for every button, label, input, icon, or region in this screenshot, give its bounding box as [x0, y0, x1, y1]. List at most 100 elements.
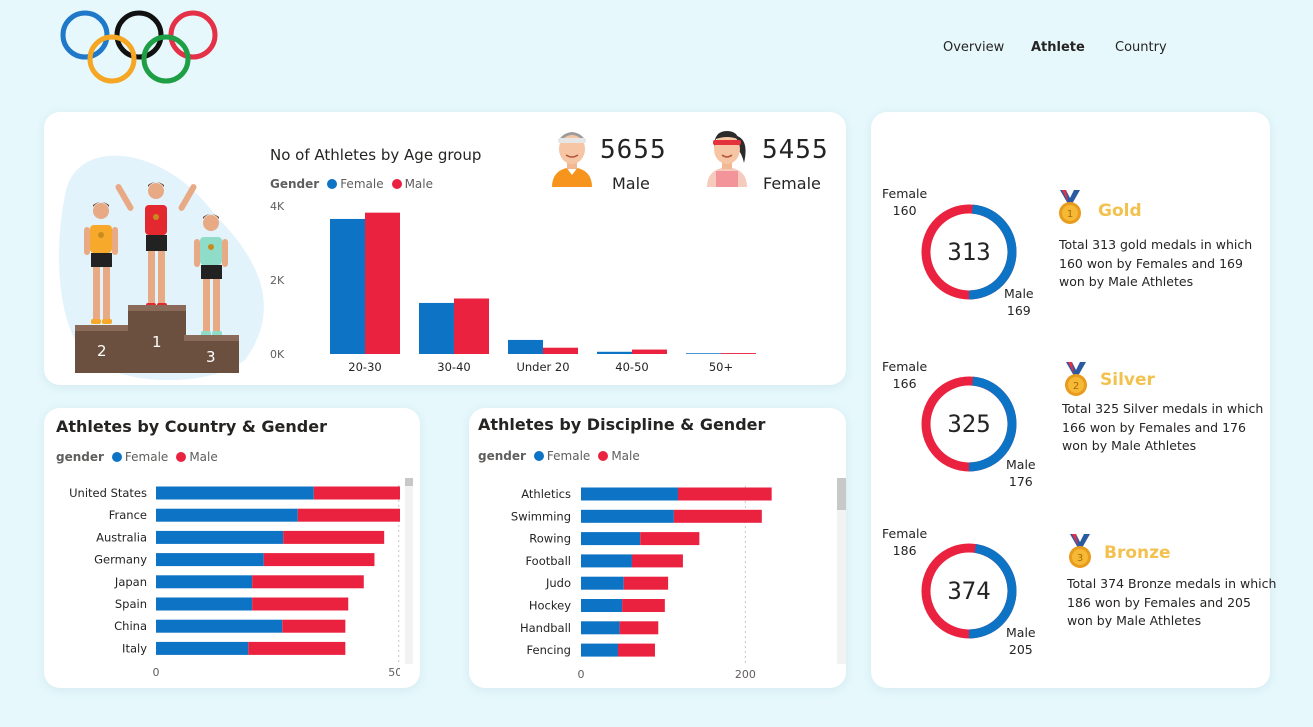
bar-male	[297, 508, 400, 522]
silver-title: Silver	[1100, 370, 1155, 390]
female-dot-icon	[327, 179, 338, 189]
bronze-donut-total: 374	[947, 577, 991, 605]
gold-medal-icon: 1	[1056, 190, 1084, 230]
podium-place-1: 1	[152, 333, 162, 351]
y-category-label: Athletics	[521, 487, 571, 501]
bar-female	[156, 553, 264, 567]
bar-male	[622, 599, 665, 612]
bar-male	[631, 554, 683, 568]
legend-female-label: Female	[124, 450, 169, 464]
discipline-chart-title: Athletes by Discipline & Gender	[478, 415, 766, 434]
bar-female	[156, 619, 283, 633]
bronze-description: Total 374 Bronze medals in which 186 won…	[1067, 576, 1277, 628]
age-group-chart: 0K 2K 4K 20-30 30-40 Under 20 40-50 50+	[270, 200, 756, 374]
legend-female-label: Female	[546, 449, 591, 463]
y-category-label: France	[109, 508, 147, 522]
x-tick-label: 200	[735, 668, 756, 681]
x-tick-label: 30-40	[437, 360, 470, 374]
bronze-title: Bronze	[1104, 543, 1171, 563]
bronze-female-label: Female 186	[882, 526, 928, 558]
bar-male	[543, 347, 578, 354]
age-chart-title: No of Athletes by Age group	[270, 146, 482, 164]
bar-male	[252, 597, 349, 611]
female-dot-icon	[533, 451, 544, 461]
age-chart-legend: Gender Female Male	[270, 177, 437, 191]
y-category-label: China	[114, 619, 147, 633]
discipline-chart-legend: gender Female Male	[478, 449, 644, 463]
legend-female[interactable]: Female	[533, 449, 591, 463]
x-tick-label: 500	[388, 666, 400, 679]
y-category-label: Italy	[122, 641, 147, 655]
y-category-label: Handball	[520, 621, 571, 635]
x-tick-label: Under 20	[516, 360, 569, 374]
podium-place-2: 2	[97, 342, 107, 360]
legend-title: gender	[478, 449, 526, 463]
legend-female[interactable]: Female	[111, 450, 169, 464]
y-tick-label: 4K	[270, 200, 285, 213]
nav-athlete[interactable]: Athlete	[1031, 40, 1085, 55]
discipline-scrollbar-thumb[interactable]	[837, 478, 846, 510]
legend-title: gender	[56, 450, 104, 464]
male-dot-icon	[598, 451, 609, 461]
y-category-label: Japan	[114, 575, 147, 589]
y-tick-label: 0K	[270, 348, 285, 361]
nav-country[interactable]: Country	[1115, 40, 1167, 55]
bar-male	[263, 553, 375, 567]
country-gender-chart: 0 500 United States France Australia Germany J…	[69, 485, 400, 679]
country-scrollbar[interactable]	[405, 478, 413, 664]
x-tick-label: 20-30	[348, 360, 381, 374]
bar-male	[454, 298, 489, 354]
gold-description: Total 313 gold medals in which 160 won b…	[1059, 237, 1253, 289]
x-tick-label: 0	[153, 666, 160, 679]
olympic-rings-logo	[58, 10, 223, 86]
svg-text:3: 3	[1077, 553, 1083, 564]
discipline-scrollbar[interactable]	[837, 478, 846, 664]
silver-donut-total: 325	[947, 410, 991, 438]
female-avatar-icon	[702, 125, 752, 191]
discipline-gender-chart: 0 200 Athletics Swimming Rowing Football Judo H…	[511, 486, 772, 681]
legend-female-label: Female	[340, 177, 384, 191]
x-tick-label: 50+	[709, 360, 733, 374]
gold-donut-total: 313	[947, 238, 991, 266]
y-category-label: Germany	[94, 553, 147, 567]
silver-female-label: Female 166	[882, 359, 928, 391]
legend-female[interactable]: Female	[327, 177, 384, 191]
country-scrollbar-thumb[interactable]	[405, 478, 413, 486]
x-tick-label: 0	[578, 668, 585, 681]
country-chart-legend: gender Female Male	[56, 450, 222, 464]
bar-female	[156, 575, 253, 589]
bar-male	[252, 575, 364, 589]
bar-female	[581, 509, 674, 523]
bar-male	[313, 486, 400, 500]
bar-male	[248, 641, 346, 655]
male-avatar-icon	[548, 125, 596, 191]
x-tick-label: 40-50	[615, 360, 648, 374]
svg-text:1: 1	[1067, 209, 1073, 220]
y-category-label: Fencing	[527, 643, 571, 657]
bar-female	[156, 486, 314, 500]
bar-female	[686, 353, 721, 354]
y-category-label: Football	[525, 554, 571, 568]
legend-male[interactable]: Male	[598, 449, 640, 463]
bar-female	[581, 599, 623, 612]
bar-female	[330, 218, 365, 354]
female-dot-icon	[111, 452, 122, 462]
legend-male-label: Male	[611, 449, 640, 463]
bar-male	[640, 532, 700, 546]
y-category-label: Rowing	[529, 532, 571, 546]
bar-female	[508, 339, 543, 354]
bar-female	[156, 597, 253, 611]
female-total-label: Female	[763, 174, 821, 193]
bar-male	[282, 619, 346, 633]
bar-female	[419, 302, 454, 354]
bar-female	[581, 643, 618, 657]
male-total-label: Male	[612, 174, 650, 193]
country-chart-title: Athletes by Country & Gender	[56, 417, 327, 436]
legend-male[interactable]: Male	[391, 177, 433, 191]
y-category-label: Australia	[96, 530, 147, 544]
legend-male[interactable]: Male	[176, 450, 218, 464]
nav-overview[interactable]: Overview	[943, 40, 1004, 55]
y-category-label: United States	[69, 486, 147, 500]
y-category-label: Judo	[545, 576, 571, 590]
male-dot-icon	[391, 179, 402, 189]
